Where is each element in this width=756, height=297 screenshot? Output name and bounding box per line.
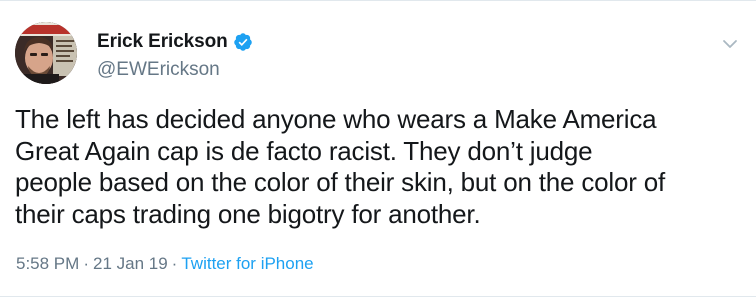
author-handle[interactable]: @EWErickson	[97, 59, 253, 81]
tweet-date[interactable]: 21 Jan 19	[93, 254, 168, 273]
tweet-text-line: The left has decided anyone who wears a …	[15, 104, 657, 134]
verified-badge-icon	[233, 32, 253, 52]
author-name[interactable]: Erick Erickson	[97, 31, 228, 53]
tweet-text: The left has decided anyone who wears a …	[15, 104, 750, 230]
tweet-text-line: their caps trading one bigotry for anoth…	[15, 198, 481, 229]
chevron-down-icon[interactable]	[721, 37, 739, 51]
tweet-text-line: Great Again cap is de facto racist. They…	[15, 135, 593, 166]
tweet-header: Erick Erickson @EWErickson	[97, 28, 253, 81]
top-divider	[0, 0, 756, 1]
tweet-time[interactable]: 5:58 PM	[16, 254, 79, 273]
meta-separator: ·	[171, 254, 178, 273]
avatar-image	[15, 22, 77, 84]
avatar[interactable]	[15, 22, 77, 84]
author-name-row: Erick Erickson	[97, 28, 253, 56]
tweet-metadata: 5:58 PM · 21 Jan 19 · Twitter for iPhone	[16, 254, 314, 274]
tweet-source-link[interactable]: Twitter for iPhone	[181, 254, 313, 273]
tweet-text-line: people based on the color of their skin,…	[15, 167, 665, 197]
meta-separator: ·	[83, 254, 89, 273]
